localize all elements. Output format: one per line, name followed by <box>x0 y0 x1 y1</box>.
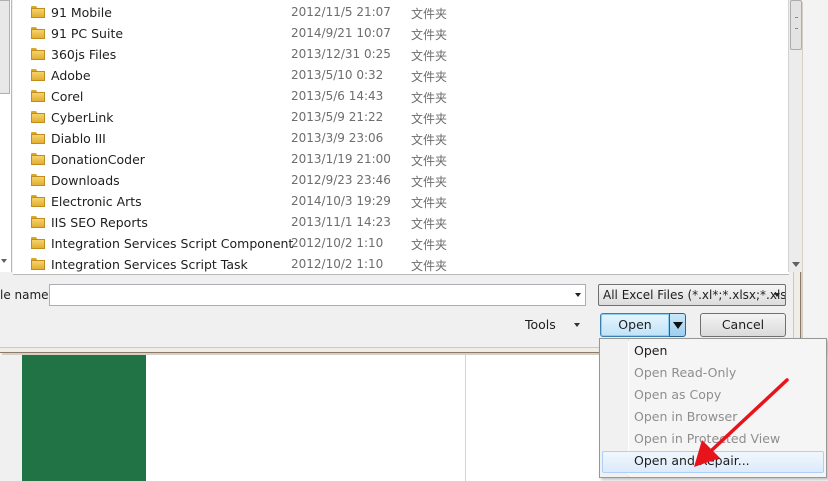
file-type: 文件夹 <box>411 28 448 42</box>
navigation-pane-scrollbar[interactable] <box>0 0 12 272</box>
file-list-row[interactable]: 91 PC Suite 2014/9/21 10:07 文件夹 <box>13 23 783 44</box>
file-list-scrollbar[interactable] <box>788 0 802 272</box>
file-name: DonationCoder <box>51 152 145 167</box>
file-type: 文件夹 <box>411 154 448 168</box>
folder-icon <box>31 6 45 18</box>
file-list: 91 Mobile 2012/11/5 21:07 文件夹 91 PC Suite 20… <box>13 0 789 275</box>
file-name: Diablo III <box>51 131 106 146</box>
folder-icon <box>31 237 45 249</box>
file-list-row[interactable]: Downloads 2012/9/23 23:46 文件夹 <box>13 170 783 191</box>
scroll-down-icon[interactable] <box>1 259 7 263</box>
file-type: 文件夹 <box>411 70 448 84</box>
file-type: 文件夹 <box>411 238 448 252</box>
scroll-down-icon[interactable] <box>792 262 800 267</box>
file-modified-date: 2014/9/21 10:07 <box>291 26 391 40</box>
file-list-row[interactable]: Diablo III 2013/3/9 23:06 文件夹 <box>13 128 783 149</box>
file-type-filter-select[interactable]: All Excel Files (*.xl*;*.xlsx;*.xlsm; <box>598 284 786 306</box>
file-type: 文件夹 <box>411 112 448 126</box>
open-button[interactable]: Open <box>600 313 670 337</box>
file-list-row[interactable]: CyberLink 2013/5/9 21:22 文件夹 <box>13 107 783 128</box>
chevron-down-icon <box>673 322 683 329</box>
tools-button[interactable]: Tools <box>525 317 556 332</box>
open-options-menu: Open Open Read-Only Open as Copy Open in Br… <box>599 338 827 478</box>
cancel-button[interactable]: Cancel <box>700 313 786 337</box>
file-modified-date: 2012/10/2 1:10 <box>291 236 384 250</box>
navigation-scroll-thumb[interactable] <box>0 0 10 94</box>
folder-icon <box>31 174 45 186</box>
file-name: 360js Files <box>51 47 117 62</box>
filename-input[interactable] <box>49 284 586 306</box>
backstage-left-edge <box>0 355 22 481</box>
folder-icon <box>31 48 45 60</box>
chevron-down-icon[interactable] <box>575 293 581 297</box>
file-name: CyberLink <box>51 110 114 125</box>
folder-icon <box>31 27 45 39</box>
file-modified-date: 2013/11/1 14:23 <box>291 215 391 229</box>
file-modified-date: 2013/5/9 21:22 <box>291 110 384 124</box>
menu-item-open-and-repair[interactable]: Open and Repair... <box>602 451 824 473</box>
file-list-row[interactable]: Corel 2013/5/6 14:43 文件夹 <box>13 86 783 107</box>
file-type: 文件夹 <box>411 49 448 63</box>
file-modified-date: 2013/12/31 0:25 <box>291 47 391 61</box>
folder-icon <box>31 69 45 81</box>
file-name: 91 PC Suite <box>51 26 124 41</box>
file-modified-date: 2012/10/2 1:10 <box>291 257 384 271</box>
file-modified-date: 2013/3/9 23:06 <box>291 131 384 145</box>
file-name: Downloads <box>51 173 120 188</box>
file-name: Integration Services Script Task <box>51 257 248 272</box>
file-name: Adobe <box>51 68 91 83</box>
file-modified-date: 2012/9/23 23:46 <box>291 173 391 187</box>
chevron-down-icon[interactable] <box>774 293 780 297</box>
folder-icon <box>31 153 45 165</box>
open-options-dropdown-button[interactable] <box>669 313 686 337</box>
folder-icon <box>31 111 45 123</box>
file-list-row[interactable]: Integration Services Script Task 2012/10/… <box>13 254 783 275</box>
backstage-divider <box>465 355 466 481</box>
file-modified-date: 2013/5/6 14:43 <box>291 89 384 103</box>
file-list-row[interactable]: Integration Services Script Component 201… <box>13 233 783 254</box>
folder-icon <box>31 90 45 102</box>
file-modified-date: 2012/11/5 21:07 <box>291 5 391 19</box>
file-list-row[interactable]: Electronic Arts 2014/10/3 19:29 文件夹 <box>13 191 783 212</box>
filename-label: le name: <box>0 288 53 302</box>
file-modified-date: 2014/10/3 19:29 <box>291 194 391 208</box>
file-type: 文件夹 <box>411 91 448 105</box>
file-type: 文件夹 <box>411 217 448 231</box>
menu-item-open[interactable]: Open <box>602 341 824 363</box>
file-list-scroll-thumb[interactable] <box>790 0 802 50</box>
open-file-dialog: 91 Mobile 2012/11/5 21:07 文件夹 91 PC Suite 20… <box>0 0 802 353</box>
folder-icon <box>31 258 45 270</box>
chevron-down-icon[interactable] <box>574 323 580 327</box>
folder-icon <box>31 216 45 228</box>
file-type: 文件夹 <box>411 7 448 21</box>
file-type-filter-value: All Excel Files (*.xl*;*.xlsx;*.xlsm; <box>603 288 786 302</box>
file-name: IIS SEO Reports <box>51 215 148 230</box>
file-list-row[interactable]: IIS SEO Reports 2013/11/1 14:23 文件夹 <box>13 212 783 233</box>
file-name: Electronic Arts <box>51 194 142 209</box>
file-type: 文件夹 <box>411 133 448 147</box>
file-type: 文件夹 <box>411 196 448 210</box>
menu-item-open-in-browser[interactable]: Open in Browser <box>602 407 824 429</box>
menu-item-open-read-only[interactable]: Open Read-Only <box>602 363 824 385</box>
file-type: 文件夹 <box>411 259 448 273</box>
menu-item-open-in-protected-view[interactable]: Open in Protected View <box>602 429 824 451</box>
file-list-row[interactable]: 91 Mobile 2012/11/5 21:07 文件夹 <box>13 2 783 23</box>
file-name: Integration Services Script Component <box>51 236 294 251</box>
file-type: 文件夹 <box>411 175 448 189</box>
file-list-row[interactable]: Adobe 2013/5/10 0:32 文件夹 <box>13 65 783 86</box>
dialog-body: 91 Mobile 2012/11/5 21:07 文件夹 91 PC Suite 20… <box>0 0 802 348</box>
file-name: 91 Mobile <box>51 5 112 20</box>
excel-green-sidebar <box>22 355 146 481</box>
file-modified-date: 2013/1/19 21:00 <box>291 152 391 166</box>
file-list-row[interactable]: 360js Files 2013/12/31 0:25 文件夹 <box>13 44 783 65</box>
folder-icon <box>31 195 45 207</box>
folder-icon <box>31 132 45 144</box>
file-modified-date: 2013/5/10 0:32 <box>291 68 384 82</box>
file-name: Corel <box>51 89 84 104</box>
file-list-row[interactable]: DonationCoder 2013/1/19 21:00 文件夹 <box>13 149 783 170</box>
menu-item-open-as-copy[interactable]: Open as Copy <box>602 385 824 407</box>
